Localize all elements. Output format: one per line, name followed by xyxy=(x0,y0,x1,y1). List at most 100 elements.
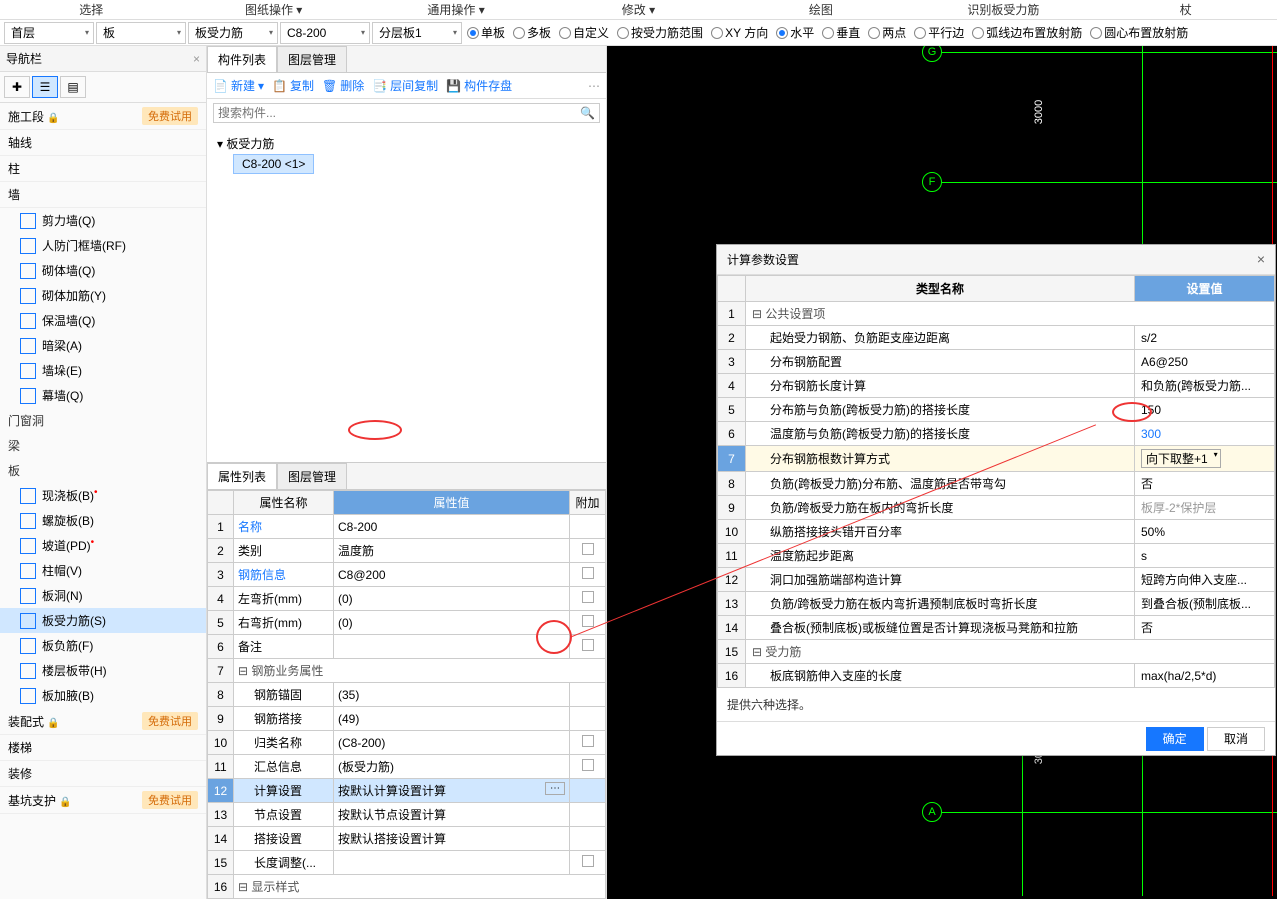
nav-cat-slab[interactable]: 板 xyxy=(0,458,206,483)
prop-extra[interactable] xyxy=(570,539,606,563)
nav-section[interactable]: 基坑支护 🔒免费试用 xyxy=(0,787,206,814)
param-value-cell[interactable]: A6@250 xyxy=(1135,350,1275,374)
prop-value-cell[interactable]: 温度筋 xyxy=(334,539,570,563)
new-button[interactable]: 📄新建▾ xyxy=(213,77,264,94)
prop-row[interactable]: 11汇总信息(板受力筋) xyxy=(208,755,606,779)
param-row[interactable]: 16板底钢筋伸入支座的长度max(ha/2,5*d) xyxy=(718,664,1275,688)
nav-item[interactable]: 人防门框墙(RF) xyxy=(0,233,206,258)
prop-extra[interactable] xyxy=(570,827,606,851)
menu-draw[interactable]: 绘图 xyxy=(730,0,912,19)
radio-option[interactable]: XY 方向 xyxy=(708,24,771,41)
param-row[interactable]: 13负筋/跨板受力筋在板内弯折遇预制底板时弯折长度到叠合板(预制底板... xyxy=(718,592,1275,616)
category-dropdown[interactable]: 板 xyxy=(96,22,186,44)
menu-drawing-ops[interactable]: 图纸操作 ▾ xyxy=(182,0,364,19)
prop-row[interactable]: 2类别温度筋 xyxy=(208,539,606,563)
comp-tab-list[interactable]: 构件列表 xyxy=(207,46,277,72)
prop-row[interactable]: 14搭接设置按默认搭接设置计算 xyxy=(208,827,606,851)
param-row[interactable]: 7分布钢筋根数计算方式向下取整+1 xyxy=(718,446,1275,472)
copy-button[interactable]: 📋复制 xyxy=(272,77,314,94)
prop-extra[interactable] xyxy=(570,587,606,611)
nav-item[interactable]: 柱帽(V) xyxy=(0,558,206,583)
ok-button[interactable]: 确定 xyxy=(1146,727,1204,751)
param-value-cell[interactable]: 板厚-2*保护层 xyxy=(1135,496,1275,520)
prop-extra[interactable] xyxy=(570,731,606,755)
prop-row[interactable]: 16⊟ 显示样式 xyxy=(208,875,606,899)
prop-value-cell[interactable]: (49) xyxy=(334,707,570,731)
tree-root[interactable]: ▾ 板受力筋 xyxy=(217,133,596,154)
param-value-cell[interactable]: 150 xyxy=(1135,398,1275,422)
param-row[interactable]: 14叠合板(预制底板)或板缝位置是否计算现浇板马凳筋和拉筋否 xyxy=(718,616,1275,640)
prop-extra[interactable] xyxy=(570,803,606,827)
prop-row[interactable]: 5右弯折(mm)(0) xyxy=(208,611,606,635)
nav-section[interactable]: 装配式 🔒免费试用 xyxy=(0,708,206,735)
prop-tab-layer[interactable]: 图层管理 xyxy=(277,463,347,489)
param-value-cell[interactable]: 到叠合板(预制底板... xyxy=(1135,592,1275,616)
param-row[interactable]: 11温度筋起步距离s xyxy=(718,544,1275,568)
nav-section[interactable]: 施工段 🔒免费试用 xyxy=(0,103,206,130)
param-row[interactable]: 12洞口加强筋端部构造计算短跨方向伸入支座... xyxy=(718,568,1275,592)
nav-item[interactable]: 板受力筋(S) xyxy=(0,608,206,633)
param-row[interactable]: 5分布筋与负筋(跨板受力筋)的搭接长度150 xyxy=(718,398,1275,422)
nav-item[interactable]: 暗梁(A) xyxy=(0,333,206,358)
search-icon[interactable]: 🔍 xyxy=(580,106,595,120)
param-row[interactable]: 9负筋/跨板受力筋在板内的弯折长度板厚-2*保护层 xyxy=(718,496,1275,520)
nav-section[interactable]: 轴线 xyxy=(0,130,206,156)
prop-value-cell[interactable]: (板受力筋) xyxy=(334,755,570,779)
prop-extra[interactable] xyxy=(570,683,606,707)
nav-item[interactable]: 砌体墙(Q) xyxy=(0,258,206,283)
param-row[interactable]: 10纵筋搭接接头错开百分率50% xyxy=(718,520,1275,544)
prop-value-cell[interactable]: C8@200 xyxy=(334,563,570,587)
prop-tab-list[interactable]: 属性列表 xyxy=(207,463,277,489)
prop-extra[interactable] xyxy=(570,515,606,539)
checkbox-icon[interactable] xyxy=(582,615,594,627)
nav-item[interactable]: 保温墙(Q) xyxy=(0,308,206,333)
nav-item[interactable]: 现浇板(B)• xyxy=(0,483,206,508)
param-value-cell[interactable]: 否 xyxy=(1135,616,1275,640)
ellipsis-button[interactable]: ⋯ xyxy=(545,782,565,795)
cancel-button[interactable]: 取消 xyxy=(1207,727,1265,751)
nav-tool-tree[interactable]: ▤ xyxy=(60,76,86,98)
param-value-cell[interactable]: 短跨方向伸入支座... xyxy=(1135,568,1275,592)
nav-item[interactable]: 墙垛(E) xyxy=(0,358,206,383)
prop-value-cell[interactable]: (C8-200) xyxy=(334,731,570,755)
nav-item[interactable]: 砌体加筋(Y) xyxy=(0,283,206,308)
prop-extra[interactable] xyxy=(570,707,606,731)
radio-option[interactable]: 单板 xyxy=(464,24,508,41)
param-row[interactable]: 8负筋(跨板受力筋)分布筋、温度筋是否带弯勾否 xyxy=(718,472,1275,496)
subtype-dropdown[interactable]: 板受力筋 xyxy=(188,22,278,44)
dialog-close-icon[interactable]: × xyxy=(1257,251,1265,268)
prop-row[interactable]: 8钢筋锚固(35) xyxy=(208,683,606,707)
param-row[interactable]: 1⊟ 公共设置项 xyxy=(718,302,1275,326)
radio-option[interactable]: 自定义 xyxy=(556,24,612,41)
param-row[interactable]: 2起始受力钢筋、负筋距支座边距离s/2 xyxy=(718,326,1275,350)
prop-row[interactable]: 10归类名称(C8-200) xyxy=(208,731,606,755)
radio-option[interactable]: 平行边 xyxy=(911,24,967,41)
prop-row[interactable]: 13节点设置按默认节点设置计算 xyxy=(208,803,606,827)
prop-value-cell[interactable]: 按默认节点设置计算 xyxy=(334,803,570,827)
param-value-cell[interactable]: 300 xyxy=(1135,422,1275,446)
prop-extra[interactable] xyxy=(570,611,606,635)
inter-floor-copy-button[interactable]: 📑层间复制 xyxy=(372,77,438,94)
prop-value-cell[interactable]: 按默认搭接设置计算 xyxy=(334,827,570,851)
prop-extra[interactable] xyxy=(570,779,606,803)
nav-item[interactable]: 幕墙(Q) xyxy=(0,383,206,408)
nav-item[interactable]: 板负筋(F) xyxy=(0,633,206,658)
nav-item[interactable]: 楼层板带(H) xyxy=(0,658,206,683)
radio-option[interactable]: 两点 xyxy=(865,24,909,41)
prop-value-cell[interactable]: 按默认计算设置计算 ⋯ xyxy=(334,779,570,803)
checkbox-icon[interactable] xyxy=(582,735,594,747)
checkbox-icon[interactable] xyxy=(582,855,594,867)
menu-modify[interactable]: 修改 ▾ xyxy=(547,0,729,19)
search-input[interactable] xyxy=(218,106,580,120)
rebar-dropdown[interactable]: C8-200 xyxy=(280,22,370,44)
radio-option[interactable]: 水平 xyxy=(773,24,817,41)
prop-extra[interactable] xyxy=(570,851,606,875)
nav-cat-beam[interactable]: 梁 xyxy=(0,433,206,458)
param-row[interactable]: 15⊟ 受力筋 xyxy=(718,640,1275,664)
nav-section[interactable]: 柱 xyxy=(0,156,206,182)
nav-section[interactable]: 墙 xyxy=(0,182,206,208)
menu-identify[interactable]: 识别板受力筋 xyxy=(912,0,1094,19)
close-icon[interactable]: × xyxy=(193,52,200,66)
nav-section[interactable]: 楼梯 xyxy=(0,735,206,761)
nav-tool-add[interactable]: ✚ xyxy=(4,76,30,98)
